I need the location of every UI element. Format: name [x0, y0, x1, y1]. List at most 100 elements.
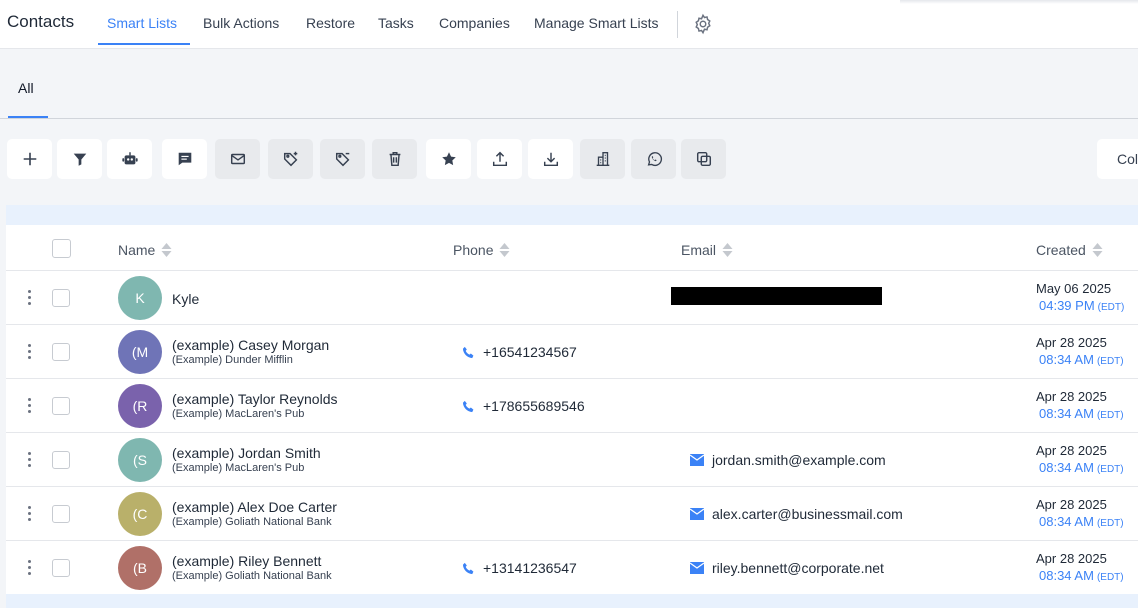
add-to-company-button[interactable] [580, 139, 625, 179]
contact-phone[interactable]: +13141236547 [462, 560, 577, 576]
tab-restore[interactable]: Restore [306, 15, 355, 31]
building-icon [596, 152, 609, 166]
header-phone[interactable]: Phone [453, 242, 510, 258]
add-contact-button[interactable] [7, 139, 52, 179]
table-row[interactable]: (B (example) Riley Bennett (Example) Gol… [6, 540, 1138, 595]
row-checkbox[interactable] [52, 343, 70, 361]
message-icon [178, 152, 191, 166]
table-row[interactable]: K Kyle May 06 2025 04:39 PM (EDT) [6, 270, 1138, 325]
email-icon [690, 454, 704, 466]
row-menu-icon[interactable] [28, 398, 32, 414]
sort-icon [1092, 243, 1103, 257]
created-date: Apr 28 2025 [1036, 335, 1107, 350]
avatar[interactable]: (R [118, 384, 162, 428]
nav-divider [677, 11, 678, 38]
tab-companies[interactable]: Companies [439, 15, 510, 31]
send-message-button[interactable] [162, 139, 207, 179]
row-checkbox[interactable] [52, 505, 70, 523]
row-checkbox[interactable] [52, 289, 70, 307]
contact-phone[interactable]: +16541234567 [462, 344, 577, 360]
avatar[interactable]: (S [118, 438, 162, 482]
subtab-divider [0, 118, 1138, 119]
contact-name[interactable]: (example) Riley Bennett [172, 553, 321, 569]
contact-company: (Example) MacLaren's Pub [172, 462, 305, 474]
contact-name[interactable]: (example) Taylor Reynolds [172, 391, 337, 407]
filter-button[interactable] [57, 139, 102, 179]
robot-icon [121, 152, 138, 165]
row-checkbox[interactable] [52, 451, 70, 469]
avatar[interactable]: K [118, 276, 162, 320]
merge-icon [696, 151, 711, 167]
contact-company: (Example) Goliath National Bank [172, 516, 332, 528]
whatsapp-icon [647, 152, 662, 167]
avatar[interactable]: (C [118, 492, 162, 536]
header-phone-label: Phone [453, 242, 494, 258]
timezone-label: (EDT) [1096, 518, 1124, 529]
send-email-button[interactable] [215, 139, 260, 179]
table-row[interactable]: (M (example) Casey Morgan (Example) Dund… [6, 324, 1138, 379]
header-name[interactable]: Name [118, 242, 172, 258]
sort-icon [161, 243, 172, 257]
created-time: 04:39 PM (EDT) [1039, 298, 1124, 313]
whatsapp-button[interactable] [631, 139, 676, 179]
columns-button[interactable]: Col [1097, 139, 1138, 179]
export-button[interactable] [477, 139, 522, 179]
delete-button[interactable] [372, 139, 417, 179]
gear-icon[interactable] [692, 13, 714, 35]
created-time: 08:34 AM (EDT) [1039, 352, 1124, 367]
created-date: Apr 28 2025 [1036, 443, 1107, 458]
created-time-value: 08:34 AM [1039, 352, 1094, 367]
created-time-value: 08:34 AM [1039, 568, 1094, 583]
trash-icon [389, 151, 400, 167]
tab-bulk-actions[interactable]: Bulk Actions [203, 15, 279, 31]
contact-email[interactable]: riley.bennett@corporate.net [690, 560, 884, 576]
row-menu-icon[interactable] [28, 290, 32, 306]
contact-company: (Example) MacLaren's Pub [172, 408, 305, 420]
import-button[interactable] [528, 139, 573, 179]
contact-company: (Example) Goliath National Bank [172, 570, 332, 582]
header-created-label: Created [1036, 242, 1086, 258]
table-row[interactable]: (R (example) Taylor Reynolds (Example) M… [6, 378, 1138, 433]
tab-tasks[interactable]: Tasks [378, 15, 414, 31]
add-tag-icon [283, 151, 297, 167]
created-time: 08:34 AM (EDT) [1039, 568, 1124, 583]
contact-email[interactable]: jordan.smith@example.com [690, 452, 886, 468]
merge-button[interactable] [681, 139, 726, 179]
tab-manage-smart-lists[interactable]: Manage Smart Lists [534, 15, 659, 31]
add-tag-button[interactable] [268, 139, 313, 179]
contact-email[interactable]: alex.carter@businessmail.com [690, 506, 903, 522]
contact-name[interactable]: (example) Alex Doe Carter [172, 499, 337, 515]
contact-name[interactable]: Kyle [172, 291, 199, 307]
tab-smart-lists[interactable]: Smart Lists [107, 15, 177, 31]
select-all-checkbox[interactable] [52, 239, 71, 258]
plus-icon [23, 152, 36, 166]
avatar[interactable]: (B [118, 546, 162, 590]
table-row[interactable]: (S (example) Jordan Smith (Example) MacL… [6, 432, 1138, 487]
created-date: Apr 28 2025 [1036, 497, 1107, 512]
contact-name[interactable]: (example) Casey Morgan [172, 337, 329, 353]
created-time: 08:34 AM (EDT) [1039, 514, 1124, 529]
header-email[interactable]: Email [681, 242, 733, 258]
remove-tag-button[interactable] [320, 139, 365, 179]
automation-button[interactable] [107, 139, 152, 179]
header-created[interactable]: Created [1036, 242, 1103, 258]
timezone-label: (EDT) [1097, 302, 1125, 313]
row-menu-icon[interactable] [28, 560, 32, 576]
top-right-shadow [900, 0, 1138, 4]
contact-name[interactable]: (example) Jordan Smith [172, 445, 321, 461]
avatar[interactable]: (M [118, 330, 162, 374]
top-nav: Contacts Smart Lists Bulk Actions Restor… [0, 0, 1138, 49]
created-time-value: 08:34 AM [1039, 460, 1094, 475]
subtab-all[interactable]: All [18, 80, 34, 96]
row-menu-icon[interactable] [28, 452, 32, 468]
row-checkbox[interactable] [52, 397, 70, 415]
table-row[interactable]: (C (example) Alex Doe Carter (Example) G… [6, 486, 1138, 541]
row-checkbox[interactable] [52, 559, 70, 577]
contact-company: (Example) Dunder Mifflin [172, 354, 293, 366]
contact-phone[interactable]: +178655689546 [462, 398, 585, 414]
favorite-button[interactable] [426, 139, 471, 179]
email-redacted [671, 287, 882, 305]
created-time: 08:34 AM (EDT) [1039, 460, 1124, 475]
row-menu-icon[interactable] [28, 506, 32, 522]
row-menu-icon[interactable] [28, 344, 32, 360]
